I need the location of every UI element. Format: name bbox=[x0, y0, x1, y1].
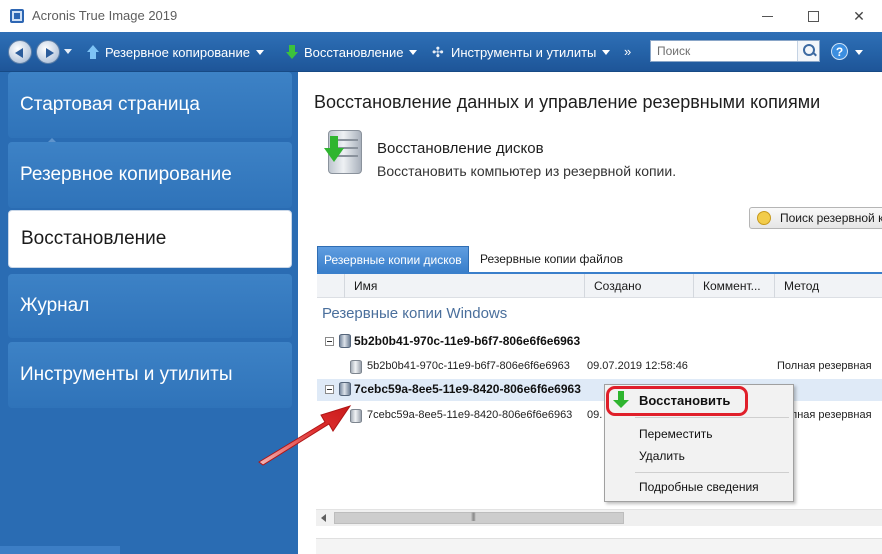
menu-item-details[interactable]: Подробные сведения bbox=[639, 480, 759, 494]
context-menu: Восстановить Переместить Удалить Подробн… bbox=[604, 384, 794, 502]
minimize-button[interactable] bbox=[744, 0, 790, 32]
sidebar-item-label: Инструменты и утилиты bbox=[20, 364, 233, 385]
sidebar-footer bbox=[0, 546, 120, 554]
search-backup-label: Поиск резервной к bbox=[780, 211, 882, 225]
restore-arrow-icon bbox=[285, 45, 299, 59]
search-backup-icon bbox=[757, 211, 771, 225]
sidebar-item-backup[interactable]: Резервное копирование bbox=[8, 142, 292, 208]
column-header-name[interactable]: Имя bbox=[345, 274, 585, 298]
sidebar-item-label: Стартовая страница bbox=[20, 94, 200, 115]
toolbar-backup-label: Резервное копирование bbox=[105, 44, 250, 60]
maximize-button[interactable] bbox=[790, 0, 836, 32]
maximize-icon bbox=[807, 10, 819, 22]
help-icon[interactable]: ? bbox=[831, 43, 848, 60]
status-strip bbox=[316, 538, 882, 554]
menu-divider bbox=[635, 472, 789, 473]
tab-file-backups[interactable]: Резервные копии файлов bbox=[474, 246, 629, 272]
history-dropdown-icon[interactable] bbox=[64, 49, 72, 54]
menu-item-move[interactable]: Переместить bbox=[639, 427, 713, 441]
section-description: Восстановить компьютер из резервной копи… bbox=[377, 163, 677, 179]
collapse-icon[interactable] bbox=[325, 337, 334, 346]
chevron-down-icon bbox=[409, 49, 418, 55]
backup-version-name: 7cebc59a-8ee5-11e9-8420-806e6f6e6963 bbox=[367, 409, 573, 421]
scrollbar-thumb[interactable] bbox=[334, 511, 624, 524]
close-icon: ✕ bbox=[853, 7, 865, 24]
search-backup-button[interactable]: Поиск резервной к bbox=[749, 207, 882, 229]
disk-restore-icon bbox=[324, 130, 366, 176]
sidebar-item-label: Журнал bbox=[20, 295, 90, 316]
toolbar-tools-menu[interactable]: ✣ Инструменты и утилиты bbox=[432, 43, 611, 61]
toolbar-tools-label: Инструменты и утилиты bbox=[451, 44, 597, 60]
backup-group-title: Резервные копии Windows bbox=[322, 305, 508, 322]
horizontal-scrollbar[interactable] bbox=[316, 509, 882, 526]
sidebar: Стартовая страница Резервное копирование… bbox=[0, 72, 298, 554]
disk-icon bbox=[339, 334, 351, 348]
table-row[interactable]: 7cebc59a-8ee5-11e9-8420-806e6f6e6963 bbox=[317, 379, 882, 401]
column-header-expand[interactable] bbox=[317, 274, 345, 298]
disk-icon bbox=[339, 382, 351, 396]
backup-name: 7cebc59a-8ee5-11e9-8420-806e6f6e6963 bbox=[354, 382, 581, 396]
window-title: Acronis True Image 2019 bbox=[32, 8, 178, 23]
sidebar-item-tools[interactable]: Инструменты и утилиты bbox=[8, 342, 292, 408]
table-row[interactable]: 7cebc59a-8ee5-11e9-8420-806e6f6e6963 09.… bbox=[317, 405, 882, 427]
restore-arrow-icon bbox=[613, 391, 629, 409]
minimize-icon bbox=[761, 15, 773, 17]
forward-button[interactable] bbox=[36, 40, 60, 64]
title-bar: Acronis True Image 2019 ✕ bbox=[0, 0, 882, 32]
toolbar-backup-menu[interactable]: Резервное копирование bbox=[86, 43, 264, 61]
toolbar-more-button[interactable]: » bbox=[624, 44, 631, 59]
toolbar: Резервное копирование Восстановление ✣ И… bbox=[0, 32, 882, 72]
backup-version-name: 5b2b0b41-970c-11e9-b6f7-806e6f6e6963 bbox=[367, 360, 570, 372]
close-button[interactable]: ✕ bbox=[836, 0, 882, 32]
sidebar-item-start-page[interactable]: Стартовая страница bbox=[8, 72, 292, 138]
sidebar-item-log[interactable]: Журнал bbox=[8, 274, 292, 338]
main-panel: Восстановление данных и управление резер… bbox=[298, 72, 882, 554]
menu-item-restore[interactable]: Восстановить bbox=[639, 393, 730, 408]
help-dropdown-icon[interactable] bbox=[855, 50, 863, 55]
app-icon bbox=[10, 9, 24, 23]
section-title: Восстановление дисков bbox=[377, 140, 544, 157]
search-box bbox=[650, 40, 820, 62]
column-header-method[interactable]: Метод bbox=[775, 274, 882, 298]
chevron-down-icon bbox=[255, 49, 264, 55]
table-row[interactable]: 5b2b0b41-970c-11e9-b6f7-806e6f6e6963 bbox=[317, 331, 882, 353]
search-icon[interactable] bbox=[797, 41, 819, 61]
table-header: Имя Создано Коммент... Метод bbox=[317, 274, 882, 298]
chevron-down-icon bbox=[602, 49, 611, 55]
backup-name: 5b2b0b41-970c-11e9-b6f7-806e6f6e6963 bbox=[354, 334, 581, 348]
backup-method: Полная резервная bbox=[777, 360, 872, 372]
disk-icon bbox=[350, 360, 362, 374]
tools-icon: ✣ bbox=[432, 44, 444, 60]
menu-divider bbox=[635, 417, 789, 418]
toolbar-restore-menu[interactable]: Восстановление bbox=[285, 43, 418, 61]
backup-created: 09.07.2019 12:58:46 bbox=[587, 360, 688, 372]
collapse-icon[interactable] bbox=[325, 385, 334, 394]
backup-created: 09. bbox=[587, 409, 603, 421]
scroll-left-icon[interactable] bbox=[316, 510, 333, 527]
page-title: Восстановление данных и управление резер… bbox=[314, 92, 821, 112]
backup-arrow-icon bbox=[86, 45, 100, 59]
sidebar-item-label: Восстановление bbox=[21, 228, 167, 249]
column-header-comment[interactable]: Коммент... bbox=[694, 274, 775, 298]
column-header-created[interactable]: Создано bbox=[585, 274, 694, 298]
toolbar-restore-label: Восстановление bbox=[304, 44, 404, 60]
sidebar-item-restore[interactable]: Восстановление bbox=[8, 210, 292, 268]
search-input[interactable] bbox=[651, 41, 797, 61]
back-button[interactable] bbox=[8, 40, 32, 64]
sidebar-item-label: Резервное копирование bbox=[20, 164, 232, 185]
table-row[interactable]: 5b2b0b41-970c-11e9-b6f7-806e6f6e6963 09.… bbox=[317, 356, 882, 378]
tab-disk-backups[interactable]: Резервные копии дисков bbox=[317, 246, 469, 272]
annotation-arrow-icon bbox=[258, 405, 352, 466]
menu-item-delete[interactable]: Удалить bbox=[639, 449, 685, 463]
